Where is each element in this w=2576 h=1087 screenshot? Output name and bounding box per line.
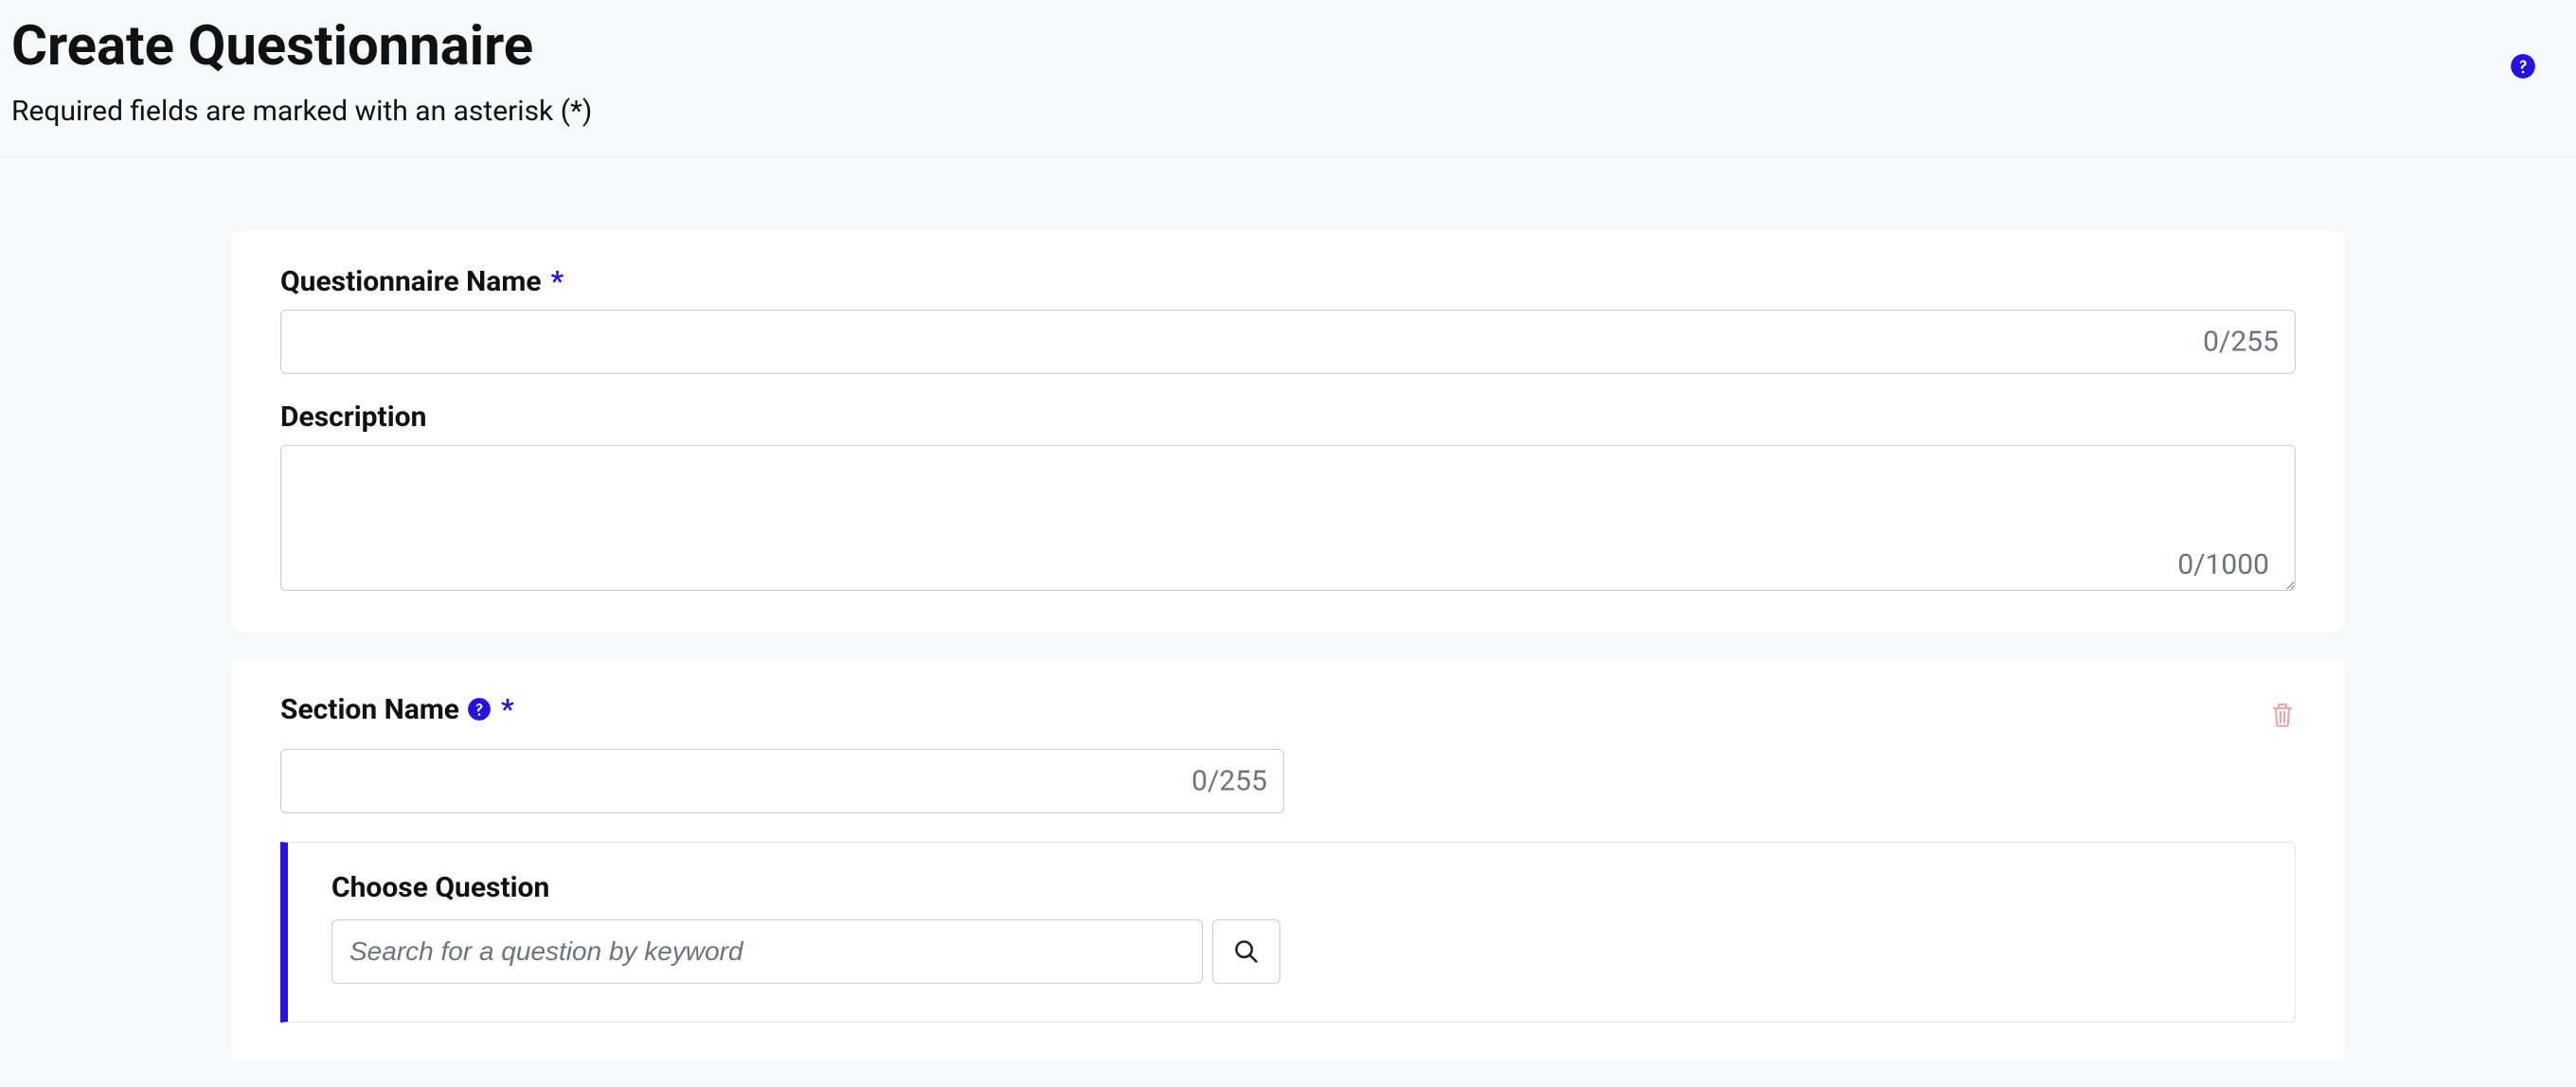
description-label-text: Description: [280, 401, 426, 434]
questionnaire-name-group: Questionnaire Name * 0/255: [280, 265, 2296, 374]
question-search-button[interactable]: [1212, 919, 1280, 984]
section-name-input[interactable]: [280, 749, 1284, 813]
trash-icon: [2271, 702, 2294, 728]
required-asterisk: *: [501, 693, 514, 726]
questionnaire-card: Questionnaire Name * 0/255 Description 0…: [233, 231, 2343, 633]
section-header-row: Section Name *: [280, 693, 2296, 738]
section-name-input-wrap: 0/255: [280, 749, 1284, 813]
page-title: Create Questionnaire: [11, 17, 592, 78]
description-label: Description: [280, 401, 426, 434]
description-textarea-wrap: 0/1000: [280, 445, 2296, 595]
page-header-left: Create Questionnaire Required fields are…: [11, 17, 592, 128]
page-help-button[interactable]: [2510, 53, 2536, 83]
question-panel: Choose Question: [280, 842, 2296, 1023]
help-icon: [467, 697, 492, 722]
description-textarea[interactable]: [280, 445, 2296, 591]
section-name-label: Section Name *: [280, 693, 514, 726]
question-search-row: [331, 919, 2251, 984]
section-name-help-button[interactable]: [467, 697, 492, 722]
questionnaire-name-label-text: Questionnaire Name: [280, 265, 542, 298]
help-icon: [2510, 53, 2536, 80]
content-wrap: Questionnaire Name * 0/255 Description 0…: [233, 157, 2343, 1060]
questionnaire-name-input[interactable]: [280, 310, 2296, 374]
page-header: Create Questionnaire Required fields are…: [0, 0, 2576, 157]
questionnaire-name-input-wrap: 0/255: [280, 310, 2296, 374]
search-icon: [1233, 938, 1260, 965]
section-card: Section Name * 0/255 Cho: [233, 659, 2343, 1060]
required-asterisk: *: [551, 265, 564, 298]
section-name-label-text: Section Name: [280, 693, 459, 726]
choose-question-label: Choose Question: [331, 871, 2251, 904]
questionnaire-name-label: Questionnaire Name *: [280, 265, 564, 298]
question-search-input[interactable]: [331, 919, 1203, 984]
delete-section-button[interactable]: [2269, 702, 2296, 728]
description-group: Description 0/1000: [280, 401, 2296, 595]
page-subtitle: Required fields are marked with an aster…: [11, 95, 592, 128]
